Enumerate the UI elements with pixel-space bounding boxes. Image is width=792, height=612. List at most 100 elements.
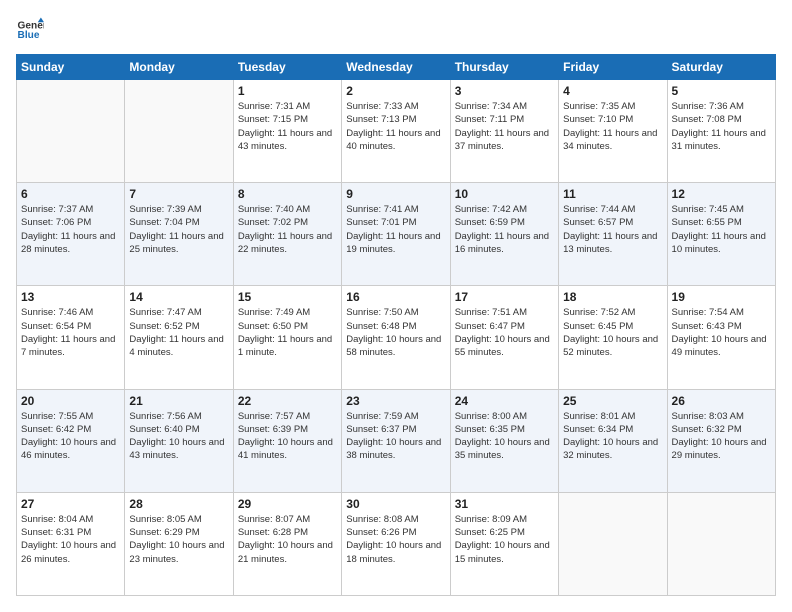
day-info: Sunrise: 7:41 AM Sunset: 7:01 PM Dayligh… [346,203,445,256]
day-info: Sunrise: 7:35 AM Sunset: 7:10 PM Dayligh… [563,100,662,153]
day-number: 25 [563,394,662,408]
calendar-cell: 22 Sunrise: 7:57 AM Sunset: 6:39 PM Dayli… [233,389,341,492]
day-number: 18 [563,290,662,304]
calendar-cell: 5Sunrise: 7:36 AM Sunset: 7:08 PM Daylig… [667,80,775,183]
logo: General Blue [16,16,44,44]
calendar-cell: 28Sunrise: 8:05 AM Sunset: 6:29 PM Dayli… [125,492,233,595]
day-number: 14 [129,290,228,304]
calendar-cell: 30Sunrise: 8:08 AM Sunset: 6:26 PM Dayli… [342,492,450,595]
day-info: Sunrise: 7:45 AM Sunset: 6:55 PM Dayligh… [672,203,771,256]
day-number: 1 [238,84,337,98]
day-number: 27 [21,497,120,511]
weekday-tuesday: Tuesday [233,55,341,80]
day-info: Sunrise: 7:33 AM Sunset: 7:13 PM Dayligh… [346,100,445,153]
week-row-3: 13 Sunrise: 7:46 AM Sunset: 6:54 PM Dayli… [17,286,776,389]
calendar-cell: 31Sunrise: 8:09 AM Sunset: 6:25 PM Dayli… [450,492,558,595]
day-number: 17 [455,290,554,304]
calendar-table: SundayMondayTuesdayWednesdayThursdayFrid… [16,54,776,596]
week-row-1: 1 Sunrise: 7:31 AM Sunset: 7:15 PM Daylig… [17,80,776,183]
day-info: Sunrise: 7:55 AM Sunset: 6:42 PM Dayligh… [21,410,120,463]
day-number: 11 [563,187,662,201]
weekday-monday: Monday [125,55,233,80]
calendar-cell: 18 Sunrise: 7:52 AM Sunset: 6:45 PM Dayli… [559,286,667,389]
calendar-cell [559,492,667,595]
calendar-cell: 14 Sunrise: 7:47 AM Sunset: 6:52 PM Dayli… [125,286,233,389]
weekday-sunday: Sunday [17,55,125,80]
day-number: 6 [21,187,120,201]
day-info: Sunrise: 8:09 AM Sunset: 6:25 PM Dayligh… [455,513,554,566]
day-info: Sunrise: 8:04 AM Sunset: 6:31 PM Dayligh… [21,513,120,566]
calendar-cell: 1 Sunrise: 7:31 AM Sunset: 7:15 PM Daylig… [233,80,341,183]
calendar-cell: 16 Sunrise: 7:50 AM Sunset: 6:48 PM Dayli… [342,286,450,389]
calendar-cell: 10 Sunrise: 7:42 AM Sunset: 6:59 PM Dayli… [450,183,558,286]
day-number: 2 [346,84,445,98]
day-info: Sunrise: 7:44 AM Sunset: 6:57 PM Dayligh… [563,203,662,256]
calendar-cell: 6Sunrise: 7:37 AM Sunset: 7:06 PM Daylig… [17,183,125,286]
day-info: Sunrise: 8:01 AM Sunset: 6:34 PM Dayligh… [563,410,662,463]
day-number: 16 [346,290,445,304]
calendar-cell: 3Sunrise: 7:34 AM Sunset: 7:11 PM Daylig… [450,80,558,183]
header: General Blue [16,16,776,44]
day-info: Sunrise: 7:52 AM Sunset: 6:45 PM Dayligh… [563,306,662,359]
day-info: Sunrise: 7:57 AM Sunset: 6:39 PM Dayligh… [238,410,337,463]
calendar-cell: 21 Sunrise: 7:56 AM Sunset: 6:40 PM Dayli… [125,389,233,492]
weekday-friday: Friday [559,55,667,80]
calendar-cell: 13 Sunrise: 7:46 AM Sunset: 6:54 PM Dayli… [17,286,125,389]
day-info: Sunrise: 8:07 AM Sunset: 6:28 PM Dayligh… [238,513,337,566]
day-number: 8 [238,187,337,201]
day-number: 12 [672,187,771,201]
day-number: 29 [238,497,337,511]
week-row-2: 6Sunrise: 7:37 AM Sunset: 7:06 PM Daylig… [17,183,776,286]
calendar-cell: 20 Sunrise: 7:55 AM Sunset: 6:42 PM Dayli… [17,389,125,492]
day-number: 9 [346,187,445,201]
calendar-cell: 29 Sunrise: 8:07 AM Sunset: 6:28 PM Dayli… [233,492,341,595]
day-info: Sunrise: 7:31 AM Sunset: 7:15 PM Dayligh… [238,100,337,153]
calendar-cell: 23 Sunrise: 7:59 AM Sunset: 6:37 PM Dayli… [342,389,450,492]
week-row-5: 27 Sunrise: 8:04 AM Sunset: 6:31 PM Dayli… [17,492,776,595]
calendar-cell [17,80,125,183]
day-info: Sunrise: 7:42 AM Sunset: 6:59 PM Dayligh… [455,203,554,256]
calendar-cell [125,80,233,183]
day-info: Sunrise: 7:50 AM Sunset: 6:48 PM Dayligh… [346,306,445,359]
day-info: Sunrise: 8:08 AM Sunset: 6:26 PM Dayligh… [346,513,445,566]
day-info: Sunrise: 7:34 AM Sunset: 7:11 PM Dayligh… [455,100,554,153]
calendar-cell: 8 Sunrise: 7:40 AM Sunset: 7:02 PM Daylig… [233,183,341,286]
day-number: 4 [563,84,662,98]
day-info: Sunrise: 7:59 AM Sunset: 6:37 PM Dayligh… [346,410,445,463]
day-number: 23 [346,394,445,408]
calendar-cell: 25 Sunrise: 8:01 AM Sunset: 6:34 PM Dayli… [559,389,667,492]
day-info: Sunrise: 7:47 AM Sunset: 6:52 PM Dayligh… [129,306,228,359]
calendar-cell: 26Sunrise: 8:03 AM Sunset: 6:32 PM Dayli… [667,389,775,492]
calendar-cell: 7Sunrise: 7:39 AM Sunset: 7:04 PM Daylig… [125,183,233,286]
day-info: Sunrise: 7:56 AM Sunset: 6:40 PM Dayligh… [129,410,228,463]
page: General Blue SundayMondayTuesdayWednesda… [0,0,792,612]
day-number: 19 [672,290,771,304]
weekday-saturday: Saturday [667,55,775,80]
calendar-cell: 2 Sunrise: 7:33 AM Sunset: 7:13 PM Daylig… [342,80,450,183]
day-number: 22 [238,394,337,408]
day-number: 5 [672,84,771,98]
day-number: 7 [129,187,228,201]
svg-text:Blue: Blue [18,30,40,41]
day-number: 26 [672,394,771,408]
day-number: 20 [21,394,120,408]
calendar-cell: 24Sunrise: 8:00 AM Sunset: 6:35 PM Dayli… [450,389,558,492]
day-info: Sunrise: 7:51 AM Sunset: 6:47 PM Dayligh… [455,306,554,359]
calendar-cell [667,492,775,595]
calendar-cell: 15Sunrise: 7:49 AM Sunset: 6:50 PM Dayli… [233,286,341,389]
week-row-4: 20 Sunrise: 7:55 AM Sunset: 6:42 PM Dayli… [17,389,776,492]
calendar-cell: 9 Sunrise: 7:41 AM Sunset: 7:01 PM Daylig… [342,183,450,286]
weekday-wednesday: Wednesday [342,55,450,80]
weekday-thursday: Thursday [450,55,558,80]
calendar-cell: 11 Sunrise: 7:44 AM Sunset: 6:57 PM Dayli… [559,183,667,286]
day-info: Sunrise: 8:00 AM Sunset: 6:35 PM Dayligh… [455,410,554,463]
logo-icon: General Blue [16,16,44,44]
day-info: Sunrise: 7:54 AM Sunset: 6:43 PM Dayligh… [672,306,771,359]
day-number: 10 [455,187,554,201]
day-number: 13 [21,290,120,304]
day-info: Sunrise: 7:40 AM Sunset: 7:02 PM Dayligh… [238,203,337,256]
calendar-cell: 12 Sunrise: 7:45 AM Sunset: 6:55 PM Dayli… [667,183,775,286]
day-number: 21 [129,394,228,408]
day-info: Sunrise: 7:46 AM Sunset: 6:54 PM Dayligh… [21,306,120,359]
calendar-cell: 4 Sunrise: 7:35 AM Sunset: 7:10 PM Daylig… [559,80,667,183]
